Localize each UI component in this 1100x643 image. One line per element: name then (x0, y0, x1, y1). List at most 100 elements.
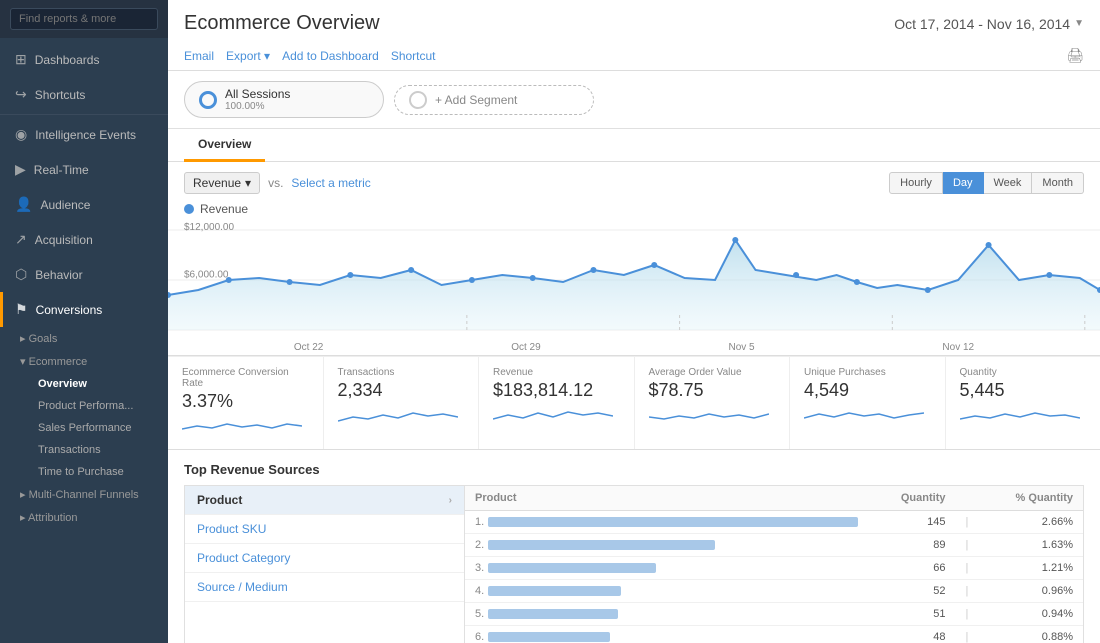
add-segment-button[interactable]: + Add Segment (394, 85, 594, 115)
search-input[interactable] (10, 8, 158, 30)
tab-overview[interactable]: Overview (184, 129, 265, 162)
col-divider-th (955, 486, 978, 511)
sidebar-navigation: ⊞ Dashboards ↪ Shortcuts ◉ Intelligence … (0, 38, 168, 643)
sidebar-item-label: Audience (40, 198, 90, 212)
stat-label: Quantity (960, 367, 1087, 378)
metric-dropdown[interactable]: Revenue ▾ (184, 172, 260, 194)
realtime-icon: ▶ (15, 161, 26, 178)
sidebar: ⊞ Dashboards ↪ Shortcuts ◉ Intelligence … (0, 0, 168, 643)
sidebar-sub-product-performance[interactable]: Product Performa... (0, 395, 168, 417)
divider-cell: | (955, 557, 978, 580)
nav-section-main: ⊞ Dashboards ↪ Shortcuts ◉ Intelligence … (0, 38, 168, 533)
right-chevron-icon: › (449, 495, 452, 506)
date-range-text: Oct 17, 2014 - Nov 16, 2014 (894, 16, 1070, 32)
metric-chevron-icon: ▾ (245, 176, 251, 190)
chart-area: $12,000.00 $6,000.00 (168, 220, 1100, 340)
overview-tab-bar: Overview (168, 129, 1100, 162)
print-icon[interactable]: 🖨 (1066, 47, 1084, 64)
time-btn-hourly[interactable]: Hourly (889, 172, 943, 194)
sidebar-sub-attribution[interactable]: ▸ Attribution (0, 506, 168, 529)
col-quantity: Quantity (868, 486, 955, 511)
table-row: 1. 145 | 2.66% (465, 511, 1083, 534)
stat-label: Ecommerce Conversion Rate (182, 367, 309, 389)
row-number: 5. (475, 608, 484, 620)
sidebar-item-acquisition[interactable]: ↗ Acquisition (0, 222, 168, 257)
shortcuts-icon: ↪ (15, 86, 27, 103)
sidebar-sub-multichannel[interactable]: ▸ Multi-Channel Funnels (0, 483, 168, 506)
sparkline (960, 403, 1087, 428)
chart-date-2: Oct 29 (511, 342, 540, 353)
export-button[interactable]: Export ▾ (226, 49, 270, 63)
bar-fill (488, 563, 656, 573)
sidebar-item-dashboards[interactable]: ⊞ Dashboards (0, 42, 168, 77)
stat-label: Transactions (338, 367, 465, 378)
left-panel-product-category[interactable]: Product Category (185, 544, 464, 573)
sidebar-item-label: Intelligence Events (35, 128, 136, 142)
stat-value: 4,549 (804, 380, 931, 401)
sidebar-sub-goals[interactable]: ▸ Goals (0, 327, 168, 350)
bar-fill (488, 632, 610, 642)
metric-label: Revenue (193, 176, 241, 190)
add-to-dashboard-button[interactable]: Add to Dashboard (282, 49, 379, 63)
time-btn-week[interactable]: Week (984, 172, 1033, 194)
left-panel-item-label: Product Category (197, 551, 290, 565)
pct-cell: 0.88% (978, 626, 1083, 643)
export-label: Export (226, 49, 261, 63)
bar-fill (488, 540, 715, 550)
time-btn-day[interactable]: Day (943, 172, 984, 194)
sparkline (493, 403, 620, 428)
bottom-layout: Product › Product SKU Product Category S… (184, 485, 1084, 643)
segments-bar: All Sessions 100.00% + Add Segment (168, 71, 1100, 129)
audience-icon: 👤 (15, 196, 32, 213)
sidebar-item-conversions[interactable]: ⚑ Conversions (0, 292, 168, 327)
sidebar-sub-time-to-purchase[interactable]: Time to Purchase (0, 461, 168, 483)
left-panel-product-sku[interactable]: Product SKU (185, 515, 464, 544)
email-button[interactable]: Email (184, 49, 214, 63)
left-panel: Product › Product SKU Product Category S… (184, 485, 464, 643)
stat-value: 3.37% (182, 391, 309, 412)
sidebar-item-realtime[interactable]: ▶ Real-Time (0, 152, 168, 187)
select-metric-link[interactable]: Select a metric (291, 176, 370, 190)
product-bar-cell: 3. (465, 557, 868, 580)
stat-avg-order-value: Average Order Value $78.75 (635, 357, 791, 449)
sparkline (649, 403, 776, 428)
add-segment-label: + Add Segment (435, 93, 517, 107)
pct-cell: 0.96% (978, 580, 1083, 603)
export-chevron-icon: ▾ (264, 49, 270, 63)
sidebar-sub-ecommerce[interactable]: ▾ Ecommerce (0, 350, 168, 373)
pct-cell: 1.21% (978, 557, 1083, 580)
table-row: 6. 48 | 0.88% (465, 626, 1083, 643)
left-panel-item-label: Source / Medium (197, 580, 288, 594)
left-panel-item-label: Product (197, 493, 242, 507)
left-panel-product[interactable]: Product › (185, 486, 464, 515)
all-sessions-segment[interactable]: All Sessions 100.00% (184, 81, 384, 118)
add-segment-circle-icon (409, 91, 427, 109)
bar-fill (488, 586, 621, 596)
pct-cell: 2.66% (978, 511, 1083, 534)
chart-date-4: Nov 12 (942, 342, 974, 353)
sidebar-item-label: Behavior (35, 268, 82, 282)
revenue-chart (168, 220, 1100, 340)
chart-legend: Revenue (184, 202, 1084, 216)
sidebar-item-label: Shortcuts (35, 88, 86, 102)
row-number: 1. (475, 516, 484, 528)
sidebar-item-audience[interactable]: 👤 Audience (0, 187, 168, 222)
product-bar-cell: 4. (465, 580, 868, 603)
sidebar-sub-overview[interactable]: Overview (0, 373, 168, 395)
date-range[interactable]: Oct 17, 2014 - Nov 16, 2014 ▼ (894, 16, 1084, 32)
shortcut-button[interactable]: Shortcut (391, 49, 436, 63)
sidebar-item-intelligence[interactable]: ◉ Intelligence Events (0, 117, 168, 152)
bar-container: 3. (475, 562, 858, 574)
chart-section: Revenue ▾ vs. Select a metric Hourly Day… (168, 162, 1100, 356)
stat-transactions: Transactions 2,334 (324, 357, 480, 449)
sidebar-sub-transactions[interactable]: Transactions (0, 439, 168, 461)
time-btn-month[interactable]: Month (1032, 172, 1084, 194)
sidebar-item-behavior[interactable]: ⬡ Behavior (0, 257, 168, 292)
bottom-section: Top Revenue Sources Product › Product SK… (168, 450, 1100, 643)
sidebar-item-label: Conversions (36, 303, 103, 317)
stat-label: Unique Purchases (804, 367, 931, 378)
sidebar-sub-sales-performance[interactable]: Sales Performance (0, 417, 168, 439)
sidebar-item-shortcuts[interactable]: ↪ Shortcuts (0, 77, 168, 112)
left-panel-source-medium[interactable]: Source / Medium (185, 573, 464, 602)
legend-dot-icon (184, 204, 194, 214)
